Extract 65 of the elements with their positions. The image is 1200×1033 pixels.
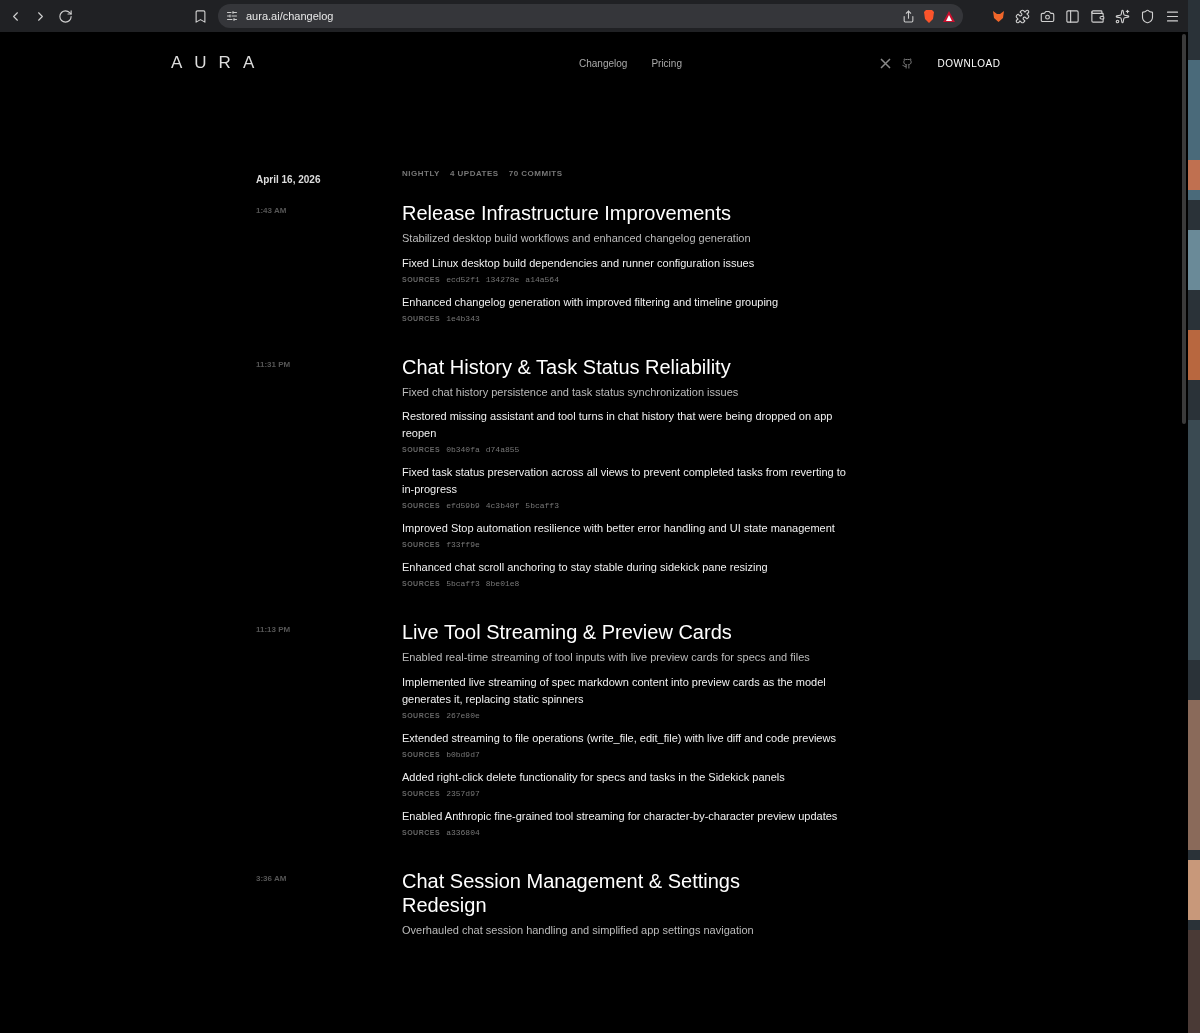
fox-icon[interactable] — [992, 9, 1005, 23]
site-settings-icon[interactable] — [226, 10, 238, 22]
change-item: Extended streaming to file operations (write_file, edit_file) with live diff and code previews — [402, 730, 837, 746]
release-meta: NIGHTLY — [402, 168, 440, 180]
release-meta: 70 COMMITS — [508, 168, 563, 180]
logo[interactable]: AURA — [171, 50, 471, 76]
shield-icon[interactable] — [1140, 8, 1155, 24]
nav-link[interactable]: Changelog — [579, 55, 628, 71]
github-icon[interactable] — [902, 57, 913, 69]
release-date: April 16, 2026 — [256, 173, 322, 187]
release-meta: 4 UPDATES — [449, 168, 499, 180]
share-icon[interactable] — [902, 9, 915, 23]
commit-link[interactable]: ecd52f1 — [446, 273, 480, 286]
entry-time: 11:31 PM — [256, 358, 292, 371]
scrollbar-thumb[interactable] — [1182, 34, 1186, 424]
entry-time: 3:36 AM — [256, 872, 288, 885]
entry-time: 11:13 PM — [256, 624, 292, 636]
wallet-icon[interactable] — [1090, 8, 1105, 24]
triangle-icon[interactable] — [943, 10, 955, 22]
commit-link[interactable]: 1e4b343 — [446, 312, 480, 325]
entry-time: 1:43 AM — [256, 205, 288, 217]
change-item: Implemented live streaming of spec markdown content into preview cards as the model generates it, replacing static spinners — [402, 674, 827, 707]
commit-link[interactable]: a14a564 — [525, 273, 559, 286]
camera-icon[interactable] — [1040, 8, 1055, 24]
address-bar[interactable]: aura.ai/changelog — [218, 4, 963, 28]
menu-icon[interactable] — [1165, 8, 1180, 24]
entry-summary: Stabilized desktop build workflows and enhanced changelog generation — [402, 231, 752, 246]
download-button[interactable]: DOWNLOAD — [927, 48, 1011, 78]
commit-link[interactable]: 0b340fa — [446, 444, 480, 456]
change-item: Restored missing assistant and tool turns in chat history that were being dropped on app reopen — [402, 409, 834, 441]
commit-link[interactable]: efd59b9 — [446, 500, 480, 512]
change-item: Fixed task status preservation across all views to prevent completed tasks from reverting to in-progress — [402, 465, 847, 497]
reload-icon[interactable] — [58, 8, 73, 24]
commit-link[interactable]: 267e80e — [446, 709, 480, 722]
entry-title: Live Tool Streaming & Preview Cards — [402, 620, 733, 644]
entry-summary: Enabled real-time streaming of tool inputs with live preview cards for specs and files — [402, 650, 811, 665]
change-item: Enhanced changelog generation with improved filtering and timeline grouping — [402, 294, 780, 310]
extensions-icon[interactable] — [1015, 8, 1030, 24]
commit-link[interactable]: b0bd9d7 — [446, 748, 480, 761]
entry-title: Chat Session Management & Settings Redesign — [402, 868, 741, 917]
entry-summary: Fixed chat history persistence and task status synchronization issues — [402, 384, 740, 400]
change-item: Added right-click delete functionality for specs and tasks in the Sidekick panels — [402, 769, 786, 785]
lion-shield-icon[interactable] — [923, 9, 935, 23]
change-item: Enabled Anthropic fine-grained tool streaming for character-by-character preview updates — [402, 808, 839, 824]
commit-link[interactable]: 5bcaff3 — [446, 578, 480, 590]
commit-link[interactable]: 8be01e8 — [485, 578, 520, 590]
entry-title: Chat History & Task Status Reliability — [402, 354, 732, 379]
sidebar-icon[interactable] — [1065, 8, 1080, 24]
url-text: aura.ai/changelog — [246, 8, 334, 24]
entry-summary: Overhauled chat session handling and simplified app settings navigation — [402, 922, 755, 938]
commit-link[interactable]: a336804 — [446, 826, 480, 839]
x-logo-icon[interactable] — [880, 57, 891, 69]
entry-title: Release Infrastructure Improvements — [402, 201, 733, 225]
commit-link[interactable]: f33ff9e — [446, 539, 480, 551]
commit-link[interactable]: 2357d97 — [446, 787, 480, 800]
change-item: Fixed Linux desktop build dependencies and runner configuration issues — [402, 255, 756, 271]
commit-link[interactable]: 5bcaff3 — [525, 500, 559, 512]
commit-link[interactable]: 134278e — [485, 273, 520, 286]
bookmark-icon[interactable] — [193, 8, 208, 24]
commit-link[interactable]: d74a855 — [485, 444, 520, 456]
commit-link[interactable]: 4c3b40f — [485, 500, 520, 512]
sparkle-icon[interactable] — [1115, 8, 1130, 24]
change-item: Improved Stop automation resilience with better error handling and UI state management — [402, 521, 836, 536]
nav-link[interactable]: Pricing — [651, 55, 682, 71]
change-item: Enhanced chat scroll anchoring to stay stable during sidekick pane resizing — [402, 560, 769, 575]
